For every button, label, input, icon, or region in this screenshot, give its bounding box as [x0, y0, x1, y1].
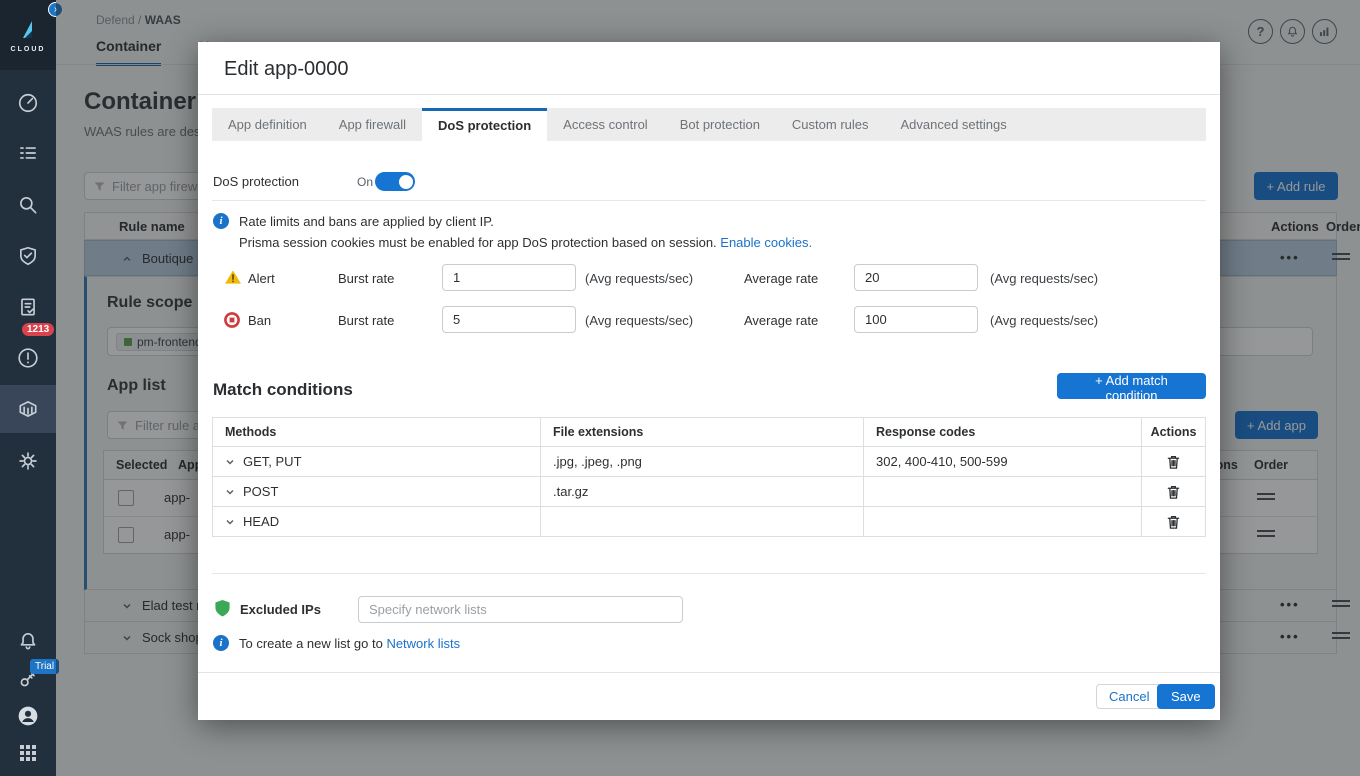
modal-title: Edit app-0000	[224, 58, 349, 81]
prisma-logo-icon	[15, 18, 41, 44]
tab-advanced-settings[interactable]: Advanced settings	[885, 108, 1023, 141]
sidebar-item-dashboard[interactable]	[0, 79, 56, 127]
alert-avg-unit: (Avg requests/sec)	[990, 271, 1098, 286]
chevron-down-icon[interactable]	[225, 487, 235, 497]
ban-average-input[interactable]	[854, 306, 978, 333]
search-icon	[17, 194, 39, 216]
trash-icon[interactable]	[1166, 454, 1181, 470]
match-methods: POST	[243, 484, 278, 499]
ban-burst-label: Burst rate	[338, 313, 394, 328]
alert-label: Alert	[248, 271, 275, 286]
toggle-state-label: On	[357, 175, 373, 189]
document-check-icon	[17, 296, 39, 318]
info-icon: i	[213, 635, 229, 651]
tab-access-control[interactable]: Access control	[547, 108, 664, 141]
section-divider	[212, 573, 1206, 574]
alert-burst-input[interactable]	[442, 264, 576, 291]
toggle-knob	[399, 175, 413, 189]
info-line-2: Prisma session cookies must be enabled f…	[239, 235, 812, 250]
alert-avg-label: Average rate	[744, 271, 818, 286]
sidebar-item-policies[interactable]	[0, 129, 56, 177]
ban-avg-label: Average rate	[744, 313, 818, 328]
save-button[interactable]: Save	[1157, 684, 1215, 709]
ban-avg-unit: (Avg requests/sec)	[990, 313, 1098, 328]
edit-app-modal: Edit app-0000 App definition App firewal…	[198, 42, 1220, 720]
match-conditions-heading: Match conditions	[213, 380, 353, 400]
match-row: POST .tar.gz	[213, 477, 1205, 507]
dos-protection-toggle[interactable]	[375, 172, 415, 191]
sidebar-item-apps[interactable]	[0, 729, 56, 776]
ban-label: Ban	[248, 313, 271, 328]
trash-icon[interactable]	[1166, 514, 1181, 530]
trash-icon[interactable]	[1166, 484, 1181, 500]
section-divider	[212, 200, 1206, 201]
grid-icon	[19, 744, 37, 762]
alert-circle-icon	[17, 347, 39, 369]
chevron-down-icon[interactable]	[225, 517, 235, 527]
network-lists-link[interactable]: Network lists	[386, 636, 460, 651]
network-lists-info: To create a new list go to Network lists	[239, 636, 460, 651]
tab-bot-protection[interactable]: Bot protection	[664, 108, 776, 141]
col-match-actions: Actions	[1151, 425, 1197, 439]
match-methods: GET, PUT	[243, 454, 302, 469]
ban-icon	[224, 312, 240, 328]
modal-footer: Cancel Save	[198, 672, 1220, 720]
info-line-1: Rate limits and bans are applied by clie…	[239, 214, 494, 229]
modal-header-divider	[198, 94, 1220, 95]
gauge-icon	[17, 92, 39, 114]
col-response-codes: Response codes	[876, 425, 975, 439]
tab-app-firewall[interactable]: App firewall	[323, 108, 422, 141]
modal-tabs: App definition App firewall DoS protecti…	[212, 108, 1206, 141]
info-line-2-text: Prisma session cookies must be enabled f…	[239, 235, 717, 250]
chevron-down-icon[interactable]	[225, 457, 235, 467]
sidebar-item-defend[interactable]	[0, 232, 56, 280]
excluded-ips-input[interactable]	[358, 596, 683, 623]
info-icon: i	[213, 213, 229, 229]
warning-triangle-icon	[224, 269, 242, 285]
alert-burst-unit: (Avg requests/sec)	[585, 271, 693, 286]
excluded-ips-label: Excluded IPs	[240, 602, 321, 617]
ban-burst-unit: (Avg requests/sec)	[585, 313, 693, 328]
col-methods: Methods	[225, 425, 276, 439]
match-file-extensions: .tar.gz	[553, 484, 588, 499]
tab-dos-protection[interactable]: DoS protection	[422, 108, 547, 141]
user-icon	[17, 705, 39, 727]
sidebar: CLOUD › 1213 Trial	[0, 0, 56, 776]
alerts-count-badge: 1213	[22, 323, 54, 336]
tab-app-definition[interactable]: App definition	[212, 108, 323, 141]
match-row: HEAD	[213, 507, 1205, 537]
sidebar-item-alerts[interactable]: 1213	[0, 334, 56, 382]
enable-cookies-link[interactable]: Enable cookies.	[720, 235, 812, 250]
trial-badge: Trial	[30, 659, 59, 674]
checklist-icon	[17, 142, 39, 164]
match-file-extensions: .jpg, .jpeg, .png	[553, 454, 642, 469]
gear-icon	[17, 450, 39, 472]
ban-burst-input[interactable]	[442, 306, 576, 333]
match-methods: HEAD	[243, 514, 279, 529]
add-match-condition-button[interactable]: + Add match condition	[1057, 373, 1206, 399]
bell-icon	[17, 630, 39, 652]
alert-average-input[interactable]	[854, 264, 978, 291]
sidebar-item-settings[interactable]	[0, 437, 56, 485]
match-conditions-table: Methods File extensions Response codes A…	[212, 417, 1206, 537]
logo-text: CLOUD	[11, 46, 46, 53]
green-shield-icon	[214, 599, 231, 618]
sidebar-item-search[interactable]	[0, 181, 56, 229]
cancel-button[interactable]: Cancel	[1096, 684, 1162, 709]
container-icon	[17, 398, 39, 420]
match-row: GET, PUT .jpg, .jpeg, .png 302, 400-410,…	[213, 447, 1205, 477]
shield-check-icon	[17, 245, 39, 267]
sidebar-item-containers[interactable]	[0, 385, 56, 433]
alert-burst-label: Burst rate	[338, 271, 394, 286]
match-table-header: Methods File extensions Response codes A…	[213, 418, 1205, 447]
col-file-extensions: File extensions	[553, 425, 643, 439]
dos-protection-label: DoS protection	[213, 174, 299, 189]
tab-custom-rules[interactable]: Custom rules	[776, 108, 885, 141]
match-response-codes: 302, 400-410, 500-599	[876, 454, 1008, 469]
network-lists-info-text: To create a new list go to	[239, 636, 383, 651]
